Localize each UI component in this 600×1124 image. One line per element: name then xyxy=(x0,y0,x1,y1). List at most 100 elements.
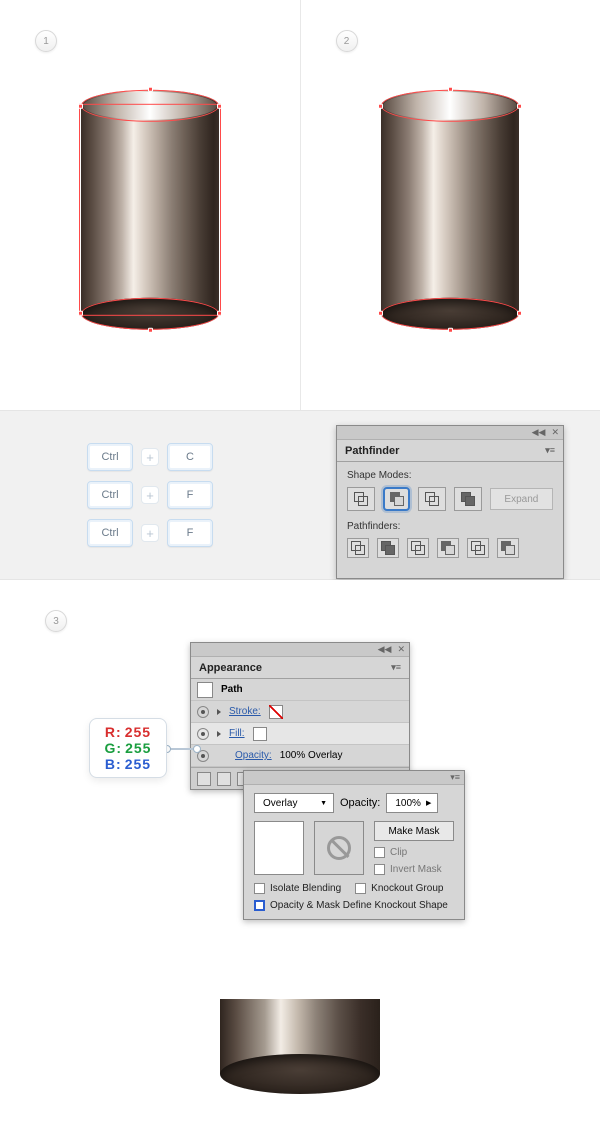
close-icon[interactable]: ✕ xyxy=(397,644,405,655)
appearance-opacity-row[interactable]: Opacity: 100% Overlay xyxy=(191,745,409,767)
panel-tab[interactable]: Pathfinder▾≡ xyxy=(337,440,563,462)
knockout-label: Knockout Group xyxy=(371,883,443,894)
cylinder-body xyxy=(381,106,519,314)
step-badge-3: 3 xyxy=(45,610,67,632)
opacity-value: 100% Overlay xyxy=(280,750,343,761)
new-stroke-icon[interactable] xyxy=(217,772,231,786)
panel-tab[interactable]: Appearance▾≡ xyxy=(191,657,409,679)
opacity-label: Opacity: xyxy=(340,797,380,809)
cylinder-2 xyxy=(381,90,519,330)
define-label: Opacity & Mask Define Knockout Shape xyxy=(270,900,448,911)
keycap-f: F xyxy=(167,481,213,509)
appearance-fill-row[interactable]: Fill: xyxy=(191,723,409,745)
clip-label: Clip xyxy=(390,847,407,858)
shape-modes-label: Shape Modes: xyxy=(347,470,553,481)
keycap-f: F xyxy=(167,519,213,547)
panel-step-1: 1 xyxy=(0,0,301,410)
shortcut-row: Ctrl + C xyxy=(87,443,213,471)
keycap-c: C xyxy=(167,443,213,471)
disclosure-icon[interactable] xyxy=(217,731,221,737)
plus-icon: + xyxy=(141,524,159,542)
isolate-blending-checkbox[interactable] xyxy=(254,883,265,894)
cylinder-body xyxy=(81,106,219,314)
chevron-down-icon: ▼ xyxy=(320,800,327,807)
flyout-icon[interactable]: ▾≡ xyxy=(450,772,460,783)
stroke-swatch[interactable] xyxy=(269,705,283,719)
cylinder-3 xyxy=(220,999,380,1094)
flyout-icon[interactable]: ▾≡ xyxy=(391,662,401,673)
cylinder-stage-2 xyxy=(381,90,519,330)
intersect-button[interactable] xyxy=(418,487,446,511)
mid-band: Ctrl + C Ctrl + F Ctrl + F ◀◀ ✕ Pathfind… xyxy=(0,411,600,579)
invert-label: Invert Mask xyxy=(390,864,442,875)
unite-button[interactable] xyxy=(347,487,375,511)
shortcuts: Ctrl + C Ctrl + F Ctrl + F xyxy=(0,411,300,579)
cylinder-bottom-ellipse xyxy=(220,1054,380,1094)
pathfinders-label: Pathfinders: xyxy=(347,521,553,532)
top-panels: 1 2 xyxy=(0,0,600,410)
shortcut-row: Ctrl + F xyxy=(87,481,213,509)
pathfinder-wrap: ◀◀ ✕ Pathfinder▾≡ Shape Modes: Expand Pa… xyxy=(300,411,600,579)
rgb-connector xyxy=(167,748,197,750)
cylinder-stage-1 xyxy=(81,90,219,330)
minus-front-button[interactable] xyxy=(383,487,411,511)
stroke-link[interactable]: Stroke: xyxy=(229,706,261,717)
opacity-link[interactable]: Opacity: xyxy=(235,750,272,761)
cylinder-bottom-ellipse xyxy=(81,298,219,330)
keycap-ctrl: Ctrl xyxy=(87,519,133,547)
collapse-icon[interactable]: ◀◀ xyxy=(378,644,392,655)
visibility-icon[interactable] xyxy=(197,728,209,740)
cylinder-bottom-ellipse xyxy=(381,298,519,330)
knockout-group-checkbox[interactable] xyxy=(355,883,366,894)
expand-button[interactable]: Expand xyxy=(490,488,553,510)
shortcut-row: Ctrl + F xyxy=(87,519,213,547)
panel-titlebar[interactable]: ◀◀ ✕ xyxy=(191,643,409,657)
cylinder-stage-3 xyxy=(220,999,380,1094)
isolate-label: Isolate Blending xyxy=(270,883,341,894)
plus-icon: + xyxy=(141,486,159,504)
opacity-input[interactable]: 100%▶ xyxy=(386,793,438,813)
transparency-mask-thumb[interactable] xyxy=(314,821,364,875)
cylinder-top-ellipse xyxy=(81,90,219,122)
cylinder-1 xyxy=(81,90,219,330)
merge-button[interactable] xyxy=(407,538,429,558)
collapse-icon[interactable]: ◀◀ xyxy=(532,427,546,438)
keycap-ctrl: Ctrl xyxy=(87,481,133,509)
transparency-thumb[interactable] xyxy=(254,821,304,875)
panel-titlebar[interactable]: ◀◀ ✕ xyxy=(337,426,563,440)
path-label: Path xyxy=(221,684,243,695)
flyout-icon[interactable]: ▾≡ xyxy=(545,445,555,456)
visibility-icon[interactable] xyxy=(197,706,209,718)
disclosure-icon[interactable] xyxy=(217,709,221,715)
blend-mode-select[interactable]: Overlay▼ xyxy=(254,793,334,813)
opacity-mask-define-checkbox[interactable] xyxy=(254,900,265,911)
exclude-button[interactable] xyxy=(454,487,482,511)
panel-step-3: 3 ◀◀ ✕ Appearance▾≡ Path Stroke: xyxy=(0,580,600,1124)
no-appearance-icon[interactable] xyxy=(197,772,211,786)
appearance-stroke-row[interactable]: Stroke: xyxy=(191,701,409,723)
panel-step-2: 2 xyxy=(301,0,600,410)
appearance-path-row[interactable]: Path xyxy=(191,679,409,701)
no-mask-icon xyxy=(327,836,351,860)
clip-checkbox[interactable] xyxy=(374,847,385,858)
make-mask-button[interactable]: Make Mask xyxy=(374,821,454,841)
plus-icon: + xyxy=(141,448,159,466)
chevron-right-icon[interactable]: ▶ xyxy=(426,799,431,807)
panel-titlebar[interactable]: ▾≡ xyxy=(244,771,464,785)
crop-button[interactable] xyxy=(437,538,459,558)
divide-button[interactable] xyxy=(347,538,369,558)
fill-link[interactable]: Fill: xyxy=(229,728,245,739)
fill-swatch[interactable] xyxy=(253,727,267,741)
trim-button[interactable] xyxy=(377,538,399,558)
cylinder-top-ellipse xyxy=(381,90,519,122)
step-badge-2: 2 xyxy=(336,30,358,52)
pathfinder-panel[interactable]: ◀◀ ✕ Pathfinder▾≡ Shape Modes: Expand Pa… xyxy=(336,425,564,579)
minus-back-button[interactable] xyxy=(497,538,519,558)
appearance-panel[interactable]: ◀◀ ✕ Appearance▾≡ Path Stroke: Fill: xyxy=(190,642,410,790)
invert-mask-checkbox[interactable] xyxy=(374,864,385,875)
path-thumb-icon xyxy=(197,682,213,698)
keycap-ctrl: Ctrl xyxy=(87,443,133,471)
close-icon[interactable]: ✕ xyxy=(551,427,559,438)
transparency-panel[interactable]: ▾≡ Overlay▼ Opacity: 100%▶ Make Mask Cli… xyxy=(243,770,465,920)
outline-button[interactable] xyxy=(467,538,489,558)
